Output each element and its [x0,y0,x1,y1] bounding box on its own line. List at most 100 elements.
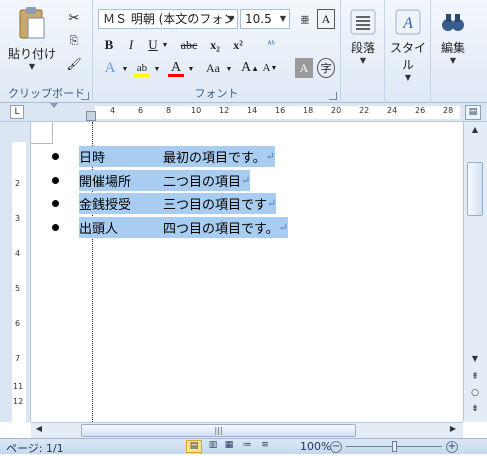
shrink-font-label: A [262,62,271,74]
clipboard-launcher-icon[interactable] [81,92,89,100]
subscript-button[interactable]: x₂ [206,36,224,54]
zoom-in-icon[interactable]: + [446,441,458,453]
item-term: 出頭人 [79,222,119,237]
tab-selector-icon[interactable]: L [10,105,24,119]
ruler-number: 4 [110,106,116,115]
styles-label: スタイル [389,41,426,72]
vertical-scrollbar[interactable]: ▲ ▼ ⇞ ○ ⇟ [463,122,487,422]
select-browse-object-icon[interactable]: ○ [467,388,483,402]
highlight-icon[interactable]: ab [133,58,151,78]
shrink-font-button[interactable]: A ▼ [261,58,279,78]
zoom-slider-thumb[interactable] [392,441,397,452]
web-layout-icon[interactable]: ▦ [222,440,236,453]
scroll-down-icon[interactable]: ▼ [467,354,483,368]
ruler-number: 10 [191,106,202,115]
print-layout-icon[interactable]: ▤ [186,440,202,453]
item-term: 金銭授受 [79,198,132,213]
document-page[interactable] [31,122,463,422]
styles-icon: A [395,9,421,35]
view-ruler-icon[interactable]: ▤ [465,105,481,120]
font-name-combo[interactable]: ＭＳ 明朝 (本文のフォン ▼ [98,9,238,29]
paragraph-group: 段落 ▼ [341,0,385,103]
paste-label: 貼り付け [8,47,57,61]
zoom-level[interactable]: 100% [300,440,331,453]
grow-font-button[interactable]: A ▲ [241,58,259,78]
highlight-color-bar [134,74,150,77]
vruler-number: 7 [15,354,21,363]
first-line-indent-marker[interactable] [50,103,58,108]
hanging-indent-marker[interactable] [86,111,96,121]
editing-button[interactable]: 編集 ▼ [433,8,473,68]
next-page-icon[interactable]: ⇟ [467,404,483,418]
chevron-down-icon[interactable]: ▼ [121,62,129,76]
ruler-number: 28 [443,106,454,115]
vruler-number: 5 [15,284,21,293]
character-border-icon[interactable]: A [317,9,335,29]
paragraph-icon [350,9,376,35]
list-item[interactable]: 出頭人 四つ目の項目です。 ↵ [52,217,288,238]
paragraph-mark-icon: ↵ [241,174,251,187]
chevron-down-icon[interactable]: ▼ [161,38,169,52]
superscript-button[interactable]: x² [229,36,247,54]
chevron-down-icon[interactable]: ▼ [153,62,161,76]
list-item[interactable]: 日時 最初の項目です。 ↵ [52,146,275,167]
full-screen-reading-icon[interactable]: ▥ [206,440,220,453]
vruler-number: 6 [15,319,21,328]
scroll-up-icon[interactable]: ▲ [467,125,483,139]
character-shading-icon[interactable]: A [295,58,313,78]
zoom-out-icon[interactable]: − [330,441,342,453]
underline-button[interactable]: U [145,36,161,54]
paragraph-mark-icon: ↵ [267,197,277,210]
clear-formatting-icon[interactable]: ᴬᵇ [261,34,281,54]
paragraph-button[interactable]: 段落 ▼ [344,8,382,68]
list-item[interactable]: 開催場所 二つ目の項目 ↵ [52,170,251,191]
outline-icon[interactable]: ≔ [240,440,254,453]
ruler-number: 14 [247,106,258,115]
horizontal-scroll-thumb[interactable]: ||| [81,424,356,437]
horizontal-scrollbar[interactable]: ◀ ||| ▶ [31,422,463,438]
text-effects-icon[interactable]: A [101,58,119,78]
paste-button[interactable]: 貼り付け ▼ [8,6,57,71]
vruler-number: 12 [13,397,24,406]
horizontal-ruler[interactable]: L 4 6 8 10 12 14 16 18 20 22 24 26 28 ▤ [0,103,487,122]
scroll-left-icon[interactable]: ◀ [33,424,45,437]
bullet-icon [52,224,59,231]
font-launcher-icon[interactable] [329,92,337,100]
editing-group: 編集 ▼ [431,0,475,103]
list-item[interactable]: 金銭授受 三つ目の項目です ↵ [52,193,277,214]
font-name-value: ＭＳ 明朝 (本文のフォン [103,12,236,26]
vertical-scroll-thumb[interactable] [467,162,483,216]
previous-page-icon[interactable]: ⇞ [467,372,483,386]
vertical-ruler[interactable] [0,122,31,422]
chevron-down-icon[interactable]: ▼ [225,62,233,76]
bold-button[interactable]: B [101,36,117,54]
chevron-down-icon[interactable]: ▼ [187,62,195,76]
vruler-number: 11 [13,382,24,391]
vruler-number: 3 [15,214,21,223]
draft-icon[interactable]: ≡ [258,440,272,453]
chevron-down-icon: ▼ [279,14,286,23]
cut-icon[interactable]: ✂ [66,10,82,26]
styles-button[interactable]: A スタイル ▼ [387,8,429,82]
strikethrough-button[interactable]: abc [177,36,201,54]
font-size-value: 10.5 [245,12,272,26]
ruler-number: 18 [303,106,314,115]
ruler-number: 12 [219,106,230,115]
phonetic-guide-icon[interactable]: 亜 [296,9,314,29]
item-term: 日時 [79,151,106,166]
chevron-down-icon: ▼ [227,14,234,23]
page-corner-mark [31,122,53,144]
font-color-icon[interactable]: A [167,58,185,78]
item-desc: 二つ目の項目 [163,175,242,190]
copy-icon[interactable]: ⎘ [66,33,82,49]
item-desc: 最初の項目です。 [163,151,266,166]
clipboard-group: 貼り付け ▼ ✂ ⎘ 🖌 クリップボード [0,0,93,103]
enclose-characters-icon[interactable]: 字 [317,58,335,78]
indent-guide [92,122,93,422]
change-case-button[interactable]: Aa [201,58,225,78]
svg-text:A: A [402,15,413,32]
format-painter-icon[interactable]: 🖌 [66,56,82,72]
italic-button[interactable]: I [123,36,139,54]
scroll-right-icon[interactable]: ▶ [447,424,459,437]
font-size-combo[interactable]: 10.5 ▼ [240,9,290,29]
